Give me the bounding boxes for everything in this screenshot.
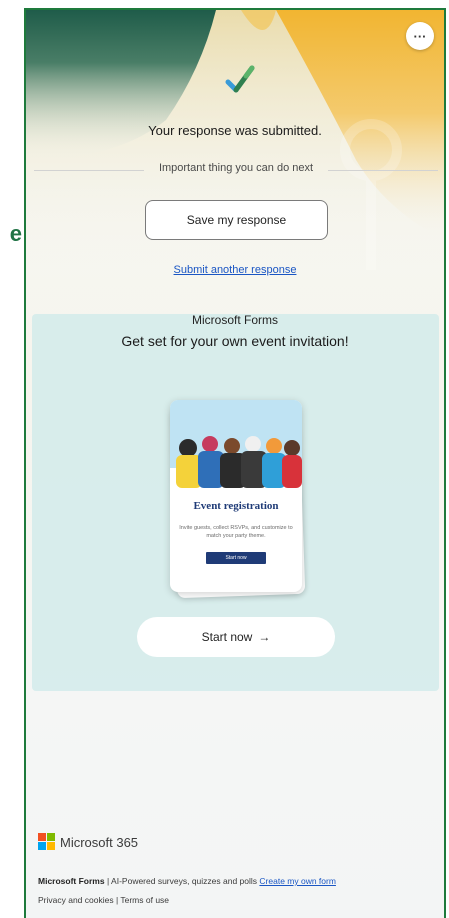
create-my-own-form-link[interactable]: Create my own form — [259, 876, 336, 886]
event-card-title: Event registration — [193, 500, 279, 512]
footer-legal-links: Privacy and cookies | Terms of use — [38, 895, 169, 905]
privacy-and-cookies-link[interactable]: Privacy and cookies — [38, 895, 114, 905]
save-response-button[interactable]: Save my response — [145, 200, 328, 240]
party-people-illustration — [170, 400, 302, 488]
footer-tagline-text: | AI-Powered surveys, quizzes and polls — [104, 876, 260, 886]
event-card-start-button: Start now — [206, 552, 266, 564]
next-steps-label: Important thing you can do next — [158, 162, 314, 174]
microsoft-365-label: Microsoft 365 — [60, 834, 139, 850]
start-now-button[interactable]: Start now → — [137, 617, 335, 657]
submit-another-response-link[interactable]: Submit another response — [26, 264, 444, 276]
submission-confirmation-title: Your response was submitted. — [148, 123, 322, 138]
form-confirmation-page: ··· Your response was submitted. Importa… — [24, 8, 446, 918]
next-steps-divider: Important thing you can do next — [34, 162, 438, 178]
more-horizontal-icon: ··· — [413, 28, 427, 44]
divider-line-right — [328, 170, 438, 171]
checkmark-icon — [225, 65, 255, 93]
promo-headline: Get set for your own event invitation! — [121, 333, 349, 349]
microsoft-365-brand: Microsoft 365 — [38, 833, 138, 851]
terms-of-use-link[interactable]: Terms of use — [120, 895, 169, 905]
arrow-right-icon: → — [258, 630, 271, 644]
edge-fragment-text: e — [9, 222, 22, 246]
start-now-label: Start now — [201, 630, 253, 644]
promo-brand: Microsoft Forms — [191, 313, 278, 327]
footer-tagline: Microsoft Forms | AI-Powered surveys, qu… — [38, 876, 336, 886]
event-registration-card: Event registration Invite guests, collec… — [170, 400, 302, 592]
microsoft-logo-icon — [38, 833, 56, 851]
more-options-button[interactable]: ··· — [406, 22, 434, 50]
event-card-description: Invite guests, collect RSVPs, and custom… — [179, 525, 293, 539]
footer-brand: Microsoft Forms — [38, 876, 105, 886]
